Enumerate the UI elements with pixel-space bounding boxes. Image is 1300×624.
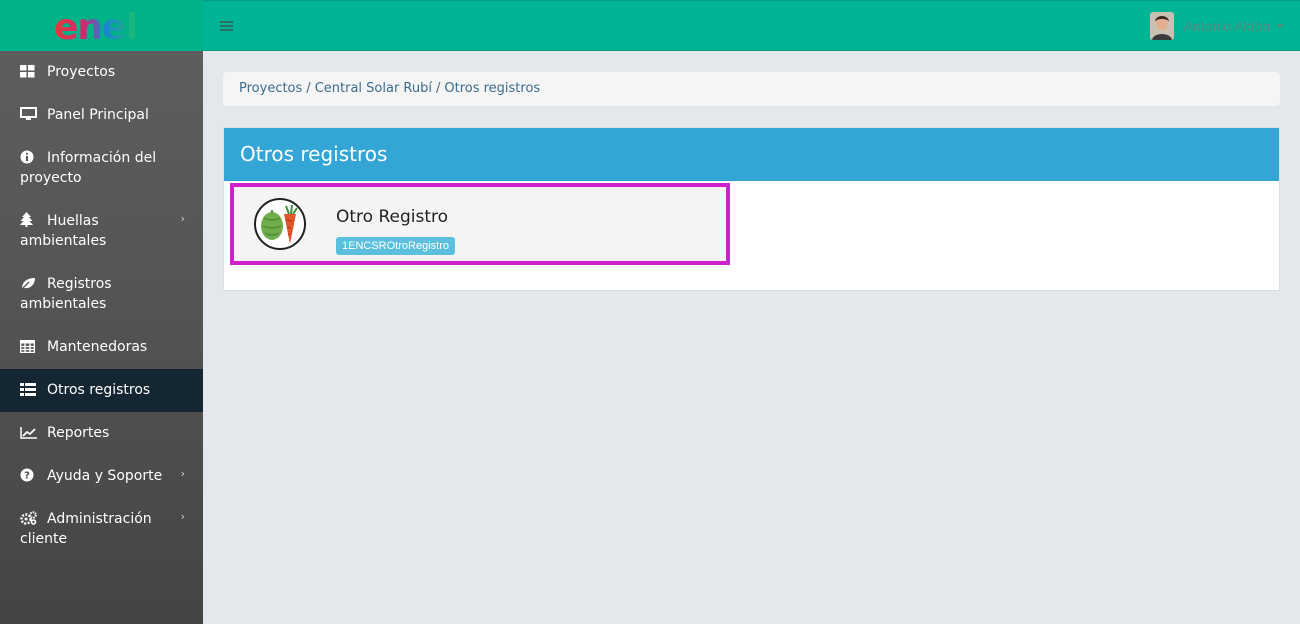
gears-icon (20, 511, 37, 525)
sidebar-item-label: Administración cliente (20, 511, 152, 547)
sidebar-item-label: Reportes (47, 425, 110, 441)
breadcrumb-otros-registros[interactable]: Otros registros (444, 81, 540, 96)
info-icon (20, 150, 37, 164)
svg-text:enel: enel (54, 7, 137, 46)
sidebar-item-otros-registros[interactable]: Otros registros (0, 369, 203, 412)
sidebar-item-reportes[interactable]: Reportes (0, 412, 203, 455)
user-menu[interactable]: Antonio Aldón (1149, 12, 1284, 40)
sidebar-item-label: Proyectos (47, 64, 116, 80)
avatar (1149, 12, 1174, 40)
question-icon: ? (20, 468, 37, 482)
list-icon (20, 383, 37, 396)
sidebar-item-administracion[interactable]: Administración cliente › (0, 498, 203, 561)
user-name: Antonio Aldón (1183, 18, 1270, 34)
chart-line-icon (20, 426, 37, 439)
sidebar-item-label: Información del proyecto (20, 150, 157, 186)
panel-title: Otros registros (224, 128, 1279, 181)
sidebar-item-label: Mantenedoras (47, 339, 148, 355)
sidebar-item-huellas[interactable]: Huellas ambientales › (0, 200, 203, 263)
otro-registro-card[interactable]: Otro Registro 1ENCSROtroRegistro (230, 183, 730, 265)
table-icon (20, 340, 37, 353)
sidebar-item-ayuda[interactable]: ? Ayuda y Soporte › (0, 455, 203, 498)
sidebar-item-label: Otros registros (47, 382, 151, 398)
breadcrumb-separator: / (435, 81, 441, 96)
menu-toggle-icon[interactable] (220, 21, 233, 32)
enel-logo: enel (54, 7, 138, 46)
otros-registros-panel: Otros registros Otro Registro 1ENCSROtro… (223, 127, 1280, 291)
breadcrumb: Proyectos / Central Solar Rubí / Otros regis… (223, 72, 1280, 106)
sidebar-item-proyectos[interactable]: Proyectos (0, 51, 203, 94)
caret-down-icon (1276, 24, 1284, 28)
svg-text:?: ? (24, 471, 30, 482)
tree-icon (20, 212, 37, 227)
artichoke-carrot-icon (254, 198, 306, 250)
sidebar-item-informacion[interactable]: Información del proyecto (0, 137, 203, 200)
card-title: Otro Registro (336, 207, 449, 227)
breadcrumb-separator: / (306, 81, 311, 96)
sidebar-item-label: Ayuda y Soporte (47, 468, 163, 484)
top-header: Antonio Aldón (203, 0, 1300, 51)
chevron-right-icon: › (180, 212, 185, 225)
logo[interactable]: enel (0, 0, 203, 51)
sidebar-item-registros-ambientales[interactable]: Registros ambientales (0, 263, 203, 326)
sidebar: enel Proyectos Panel Principal Informaci… (0, 0, 203, 624)
breadcrumb-central-solar[interactable]: Central Solar Rubí (315, 81, 432, 96)
chevron-right-icon: › (180, 510, 185, 523)
chevron-right-icon: › (180, 467, 185, 480)
breadcrumb-proyectos[interactable]: Proyectos (239, 81, 302, 96)
grid-icon (20, 65, 37, 78)
sidebar-item-mantenedoras[interactable]: Mantenedoras (0, 326, 203, 369)
monitor-icon (20, 107, 37, 121)
code-badge: 1ENCSROtroRegistro (336, 237, 455, 255)
sidebar-item-label: Panel Principal (47, 107, 149, 123)
sidebar-item-panel-principal[interactable]: Panel Principal (0, 94, 203, 137)
leaf-icon (20, 277, 37, 290)
